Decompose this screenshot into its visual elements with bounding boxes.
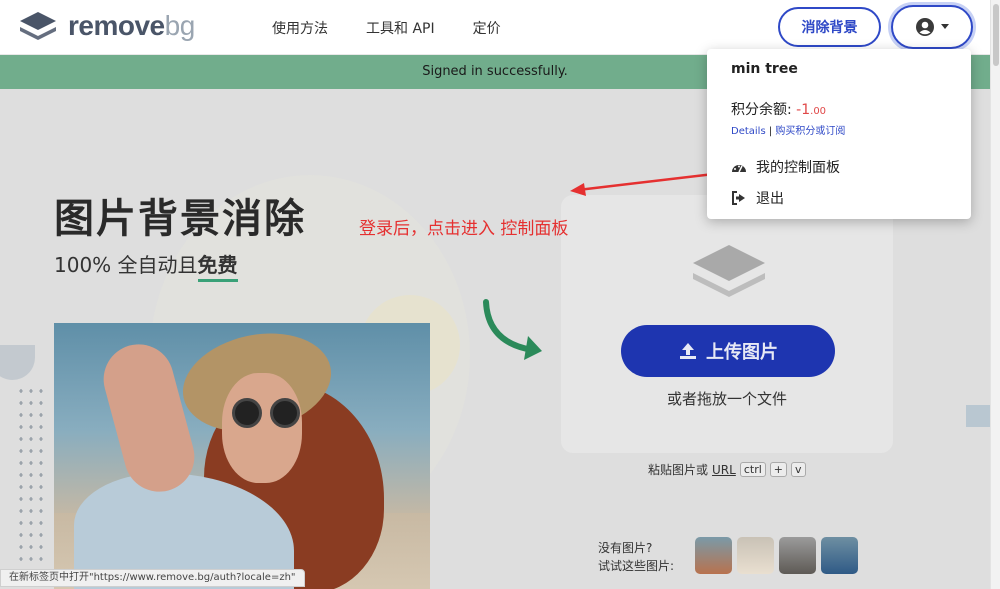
sample-thumb-car[interactable] [821,537,858,574]
photo-arm [95,336,203,500]
kbd-ctrl: ctrl [739,462,766,477]
credit-balance-label: 积分余额: [731,102,792,118]
credit-links: Details | 购买积分或订阅 [731,122,845,137]
caret-down-icon [941,24,949,29]
remove-background-button[interactable]: 消除背景 [778,7,881,47]
photo-face [222,373,302,483]
credit-value-decimals: .00 [810,106,827,117]
menu-item-logout[interactable]: 退出 [731,188,784,208]
user-menu-button[interactable] [891,5,973,49]
scrollbar-thumb[interactable] [993,4,999,66]
sample-images-label: 没有图片? 试试这些图片: [598,539,674,575]
annotation-text: 登录后，点击进入 控制面板 [359,219,569,239]
kbd-plus: + [769,462,787,477]
logo-accent-text: bg [164,10,196,41]
sample-thumb-dog[interactable] [737,537,774,574]
hero-subtitle-emphasis: 免费 [197,253,238,282]
paste-prefix: 粘贴图片或 [648,463,709,477]
buy-credits-link[interactable]: 购买积分或订阅 [775,126,845,137]
main-nav: 使用方法 工具和 API 定价 [272,18,501,38]
decorative-dots [16,385,46,565]
photo-glasses [202,398,302,428]
paste-hint: 粘贴图片或 URL ctrl + v [648,461,806,478]
kbd-v: v [791,462,806,477]
top-header: removebg 使用方法 工具和 API 定价 消除背景 [0,0,990,55]
logo-text: removebg [68,10,195,42]
logo-layers-icon [20,12,56,40]
sample-label-line1: 没有图片? [598,541,653,555]
paste-url-link[interactable]: URL [712,463,736,477]
user-circle-icon [916,18,934,36]
nav-how-to-use[interactable]: 使用方法 [272,18,328,38]
dashboard-gauge-icon [732,165,746,173]
logo[interactable]: removebg [18,10,195,42]
glasses-lens-right [270,398,300,428]
sample-thumb-laptop[interactable] [779,537,816,574]
upload-card: 上传图片 或者拖放一个文件 [561,195,893,453]
link-separator: | [768,126,773,137]
hero-title: 图片背景消除 [54,196,306,242]
drop-file-text: 或者拖放一个文件 [666,390,787,408]
dropdown-username: min tree [731,61,798,77]
upload-icon [680,343,696,359]
nav-tools-api[interactable]: 工具和 API [366,18,435,38]
sample-label-line2: 试试这些图片: [598,559,675,573]
decorative-square [966,405,990,427]
upload-button-label: 上传图片 [706,342,778,363]
nav-pricing[interactable]: 定价 [473,18,501,38]
details-link[interactable]: Details [731,126,766,137]
hero-photo [54,323,430,589]
upload-image-button[interactable]: 上传图片 [621,325,835,377]
decorative-half-circle [0,345,35,380]
sign-out-icon [732,191,745,205]
page-scrollbar[interactable] [990,0,1000,589]
logo-main-text: remove [68,10,165,41]
sample-thumb-woman[interactable] [695,537,732,574]
sample-thumbnails [695,537,858,574]
glasses-lens-left [232,398,262,428]
credit-balance: 积分余额: -1.00 [731,99,826,119]
user-dropdown-menu: min tree 积分余额: -1.00 Details | 购买积分或订阅 我… [707,49,971,219]
menu-dashboard-label: 我的控制面板 [756,160,840,176]
layers-icon [693,245,765,297]
menu-logout-label: 退出 [756,191,784,207]
credit-balance-value: -1.00 [796,102,826,118]
credit-value-integer: -1 [796,102,811,118]
hero-subtitle-text: 100% 全自动且 [54,253,198,277]
curved-arrow-icon [483,299,542,360]
link-status-bar: 在新标签页中打开"https://www.remove.bg/auth?loca… [0,569,305,587]
menu-item-dashboard[interactable]: 我的控制面板 [731,157,840,177]
hero-subtitle: 100% 全自动且免费 [54,249,238,282]
